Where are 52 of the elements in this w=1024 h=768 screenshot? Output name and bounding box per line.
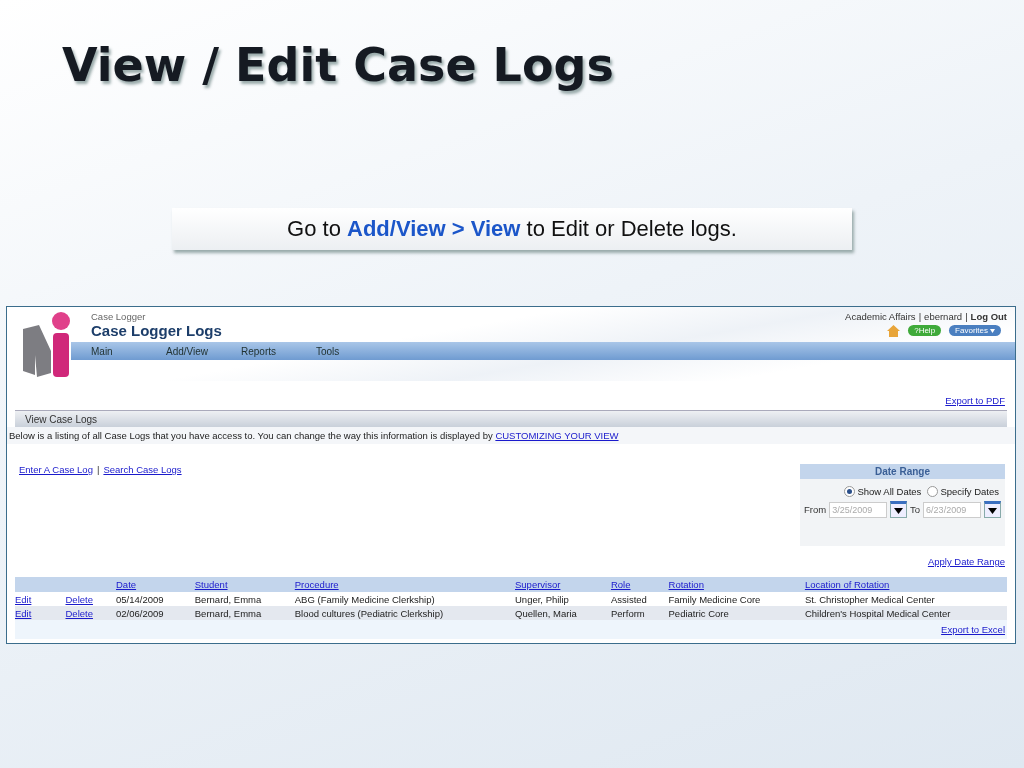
table-cell: Family Medicine Core	[668, 593, 761, 605]
table-cell: Unger, Philip	[515, 593, 569, 605]
app-title: Case Logger Logs	[91, 322, 222, 339]
table-cell: ABG (Family Medicine Clerkship)	[294, 593, 435, 605]
nav-tab[interactable]: Reports	[241, 342, 316, 360]
column-header-link[interactable]: Date	[116, 579, 137, 590]
separator: |	[918, 310, 922, 322]
table-cell: Assisted	[610, 593, 647, 605]
date-range-title: Date Range	[800, 464, 1005, 479]
section-header: View Case Logs	[15, 410, 1007, 427]
separator: |	[965, 310, 968, 322]
action-link[interactable]: Search Case Logs	[103, 464, 182, 475]
instruction-callout: Go to Add/View > View to Edit or Delete logs.	[172, 208, 852, 250]
table-cell: Blood cultures (Pediatric Clerkship)	[294, 607, 444, 619]
nav-tab[interactable]: Add/View	[166, 342, 241, 360]
table-cell: 05/14/2009	[116, 593, 164, 605]
table-cell: Perform	[610, 607, 645, 619]
username-label: ebernard	[924, 310, 963, 322]
table-cell: Children's Hospital Medical Center	[804, 607, 951, 619]
caret-icon	[988, 507, 998, 514]
from-label: From	[804, 504, 827, 515]
edit-link[interactable]: Edit	[15, 607, 32, 619]
nav-tab[interactable]: Tools	[316, 342, 391, 360]
slide-title: View / Edit Case Logs	[62, 38, 614, 92]
description-text: Below is a listing of all Case Logs that you have access to. You can change the way this information is displayed by CUSTOMIZING YOUR VIEW	[7, 427, 1015, 444]
action-link[interactable]: Enter A Case Log	[19, 464, 93, 475]
column-header-link[interactable]: Rotation	[668, 579, 704, 590]
module-label: Case Logger	[91, 311, 146, 322]
delete-link[interactable]: Delete	[65, 607, 93, 619]
apply-date-range-link[interactable]: Apply Date Range	[927, 556, 1005, 567]
to-label: To	[910, 504, 921, 515]
customize-view-link[interactable]: CUSTOMIZING YOUR VIEW	[495, 430, 619, 441]
calendar-dropdown-button[interactable]	[984, 501, 1001, 518]
export-pdf-link[interactable]: Export to PDF	[945, 395, 1005, 406]
table-cell: Quellen, Maria	[515, 607, 577, 619]
calendar-dropdown-button[interactable]	[890, 501, 908, 518]
favorites-button[interactable]: Favorites	[949, 325, 1001, 336]
export-excel-link[interactable]: Export to Excel	[941, 624, 1005, 635]
nav-tab[interactable]: Main	[91, 342, 166, 360]
department-label: Academic Affairs	[845, 310, 916, 322]
separator: |	[96, 464, 100, 475]
caret-icon	[990, 328, 995, 333]
table-cell: Pediatric Core	[668, 607, 729, 619]
table-cell: Bernard, Emma	[194, 607, 262, 619]
edit-link[interactable]: Edit	[15, 593, 32, 605]
logout-link[interactable]: Log Out	[970, 310, 1007, 322]
delete-link[interactable]: Delete	[65, 593, 93, 605]
caret-icon	[894, 507, 904, 514]
table-cell: Bernard, Emma	[194, 593, 262, 605]
column-header-link[interactable]: Procedure	[294, 579, 339, 590]
table-cell: St. Christopher Medical Center	[804, 593, 935, 605]
table-cell: 02/06/2009	[116, 607, 164, 619]
